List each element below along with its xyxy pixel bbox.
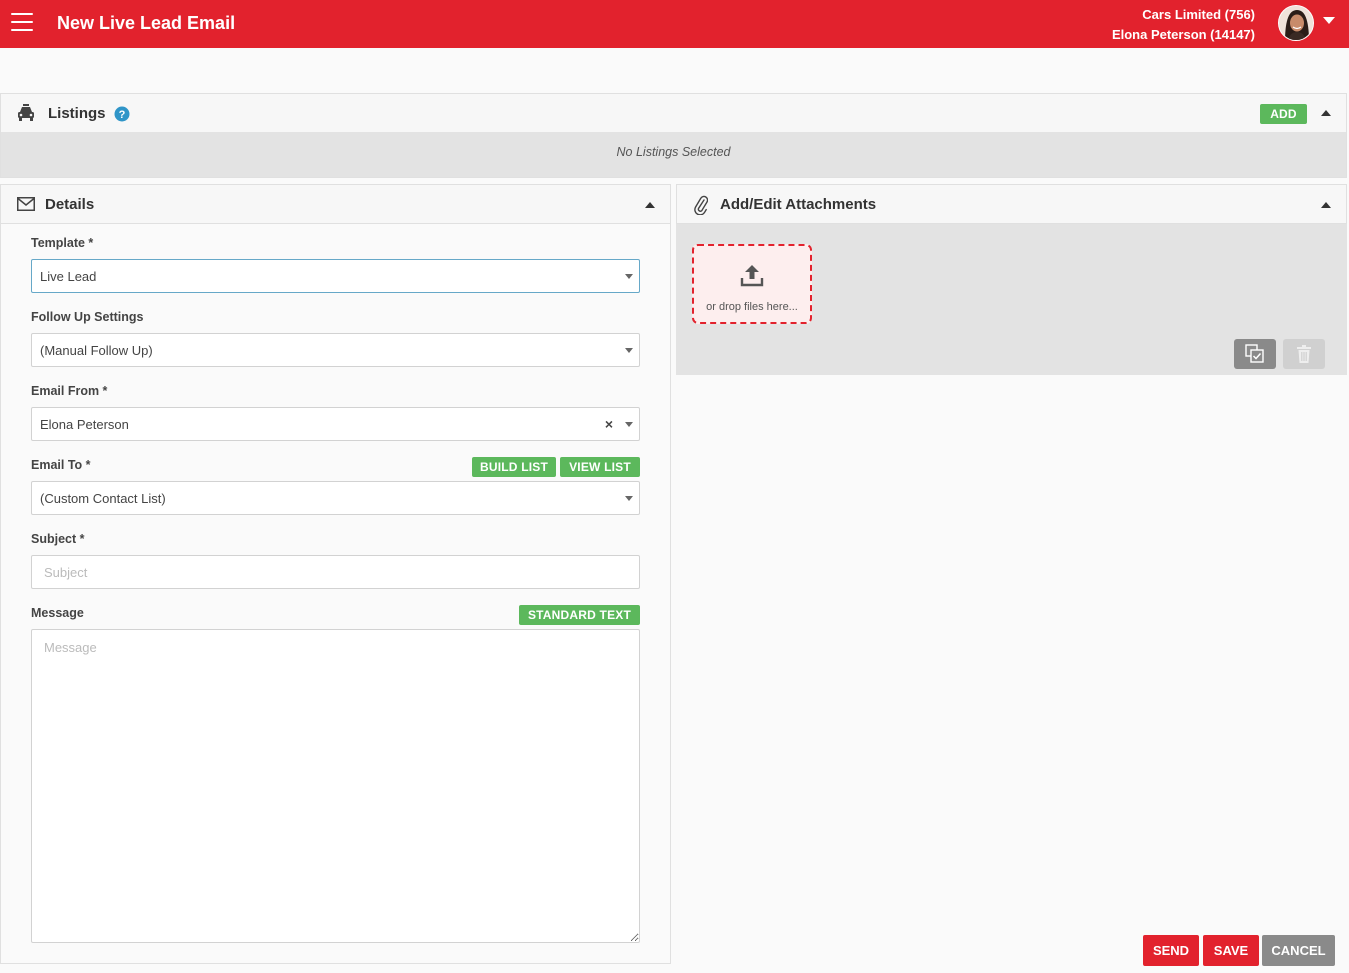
clear-selection-icon[interactable]: × [605,416,613,432]
listings-collapse-chevron-icon[interactable] [1321,110,1331,116]
details-panel-header: Details [0,184,671,224]
email-to-value: (Custom Contact List) [40,491,166,506]
view-list-button[interactable]: VIEW LIST [560,457,640,477]
save-button[interactable]: SAVE [1203,935,1259,966]
details-collapse-chevron-icon[interactable] [645,202,655,208]
cancel-button[interactable]: CANCEL [1262,935,1335,966]
build-list-button[interactable]: BUILD LIST [472,457,556,477]
email-to-select[interactable]: (Custom Contact List) [31,481,640,515]
listings-body: No Listings Selected [0,132,1347,178]
add-listing-button[interactable]: ADD [1260,104,1307,124]
svg-text:?: ? [119,109,126,121]
upload-icon [740,265,764,287]
user-photo-icon [1279,6,1313,40]
avatar[interactable] [1278,5,1314,41]
email-to-label: Email To * [31,458,91,472]
account-company: Cars Limited (756) [1142,7,1255,22]
message-label: Message [31,606,84,620]
file-dropzone[interactable]: or drop files here... [692,244,812,324]
top-bar: New Live Lead Email Cars Limited (756) E… [0,0,1349,48]
follow-up-value: (Manual Follow Up) [40,343,153,358]
attachments-collapse-chevron-icon[interactable] [1321,202,1331,208]
attachments-title: Add/Edit Attachments [720,196,877,213]
trash-icon [1297,345,1311,363]
details-title: Details [45,196,95,213]
chevron-down-icon [625,348,633,353]
follow-up-select[interactable]: (Manual Follow Up) [31,333,640,367]
follow-up-label: Follow Up Settings [31,310,144,324]
account-info: Cars Limited (756) Elona Peterson (14147… [1112,5,1255,45]
attachments-panel-header: Add/Edit Attachments [676,184,1347,224]
select-all-icon [1245,344,1264,363]
chevron-down-icon [625,274,633,279]
paperclip-icon [694,195,708,215]
subject-label: Subject * [31,532,85,546]
template-label: Template * [31,236,94,250]
select-all-attachments-button[interactable] [1234,339,1276,369]
email-from-select[interactable]: Elona Peterson × [31,407,640,441]
dropzone-text: or drop files here... [706,301,798,313]
send-button[interactable]: SEND [1143,935,1199,966]
delete-attachments-button[interactable] [1283,339,1325,369]
template-select[interactable]: Live Lead [31,259,640,293]
standard-text-button[interactable]: STANDARD TEXT [519,605,640,625]
no-listings-text: No Listings Selected [616,145,731,159]
car-icon [18,104,34,121]
listings-title: Listings [48,105,106,122]
chevron-down-icon [625,422,633,427]
help-icon[interactable]: ? [114,106,130,122]
email-from-label: Email From * [31,384,108,398]
message-textarea[interactable] [31,629,640,943]
email-from-value: Elona Peterson [40,417,129,432]
subject-input[interactable] [31,555,640,589]
envelope-icon [17,197,35,211]
chevron-down-icon [625,496,633,501]
menu-icon[interactable] [11,13,33,33]
user-menu-chevron-icon[interactable] [1323,17,1335,24]
page-title: New Live Lead Email [57,13,236,33]
account-user: Elona Peterson (14147) [1111,27,1255,42]
listings-panel-header: Listings ? ADD [0,93,1347,133]
template-value: Live Lead [40,269,97,284]
